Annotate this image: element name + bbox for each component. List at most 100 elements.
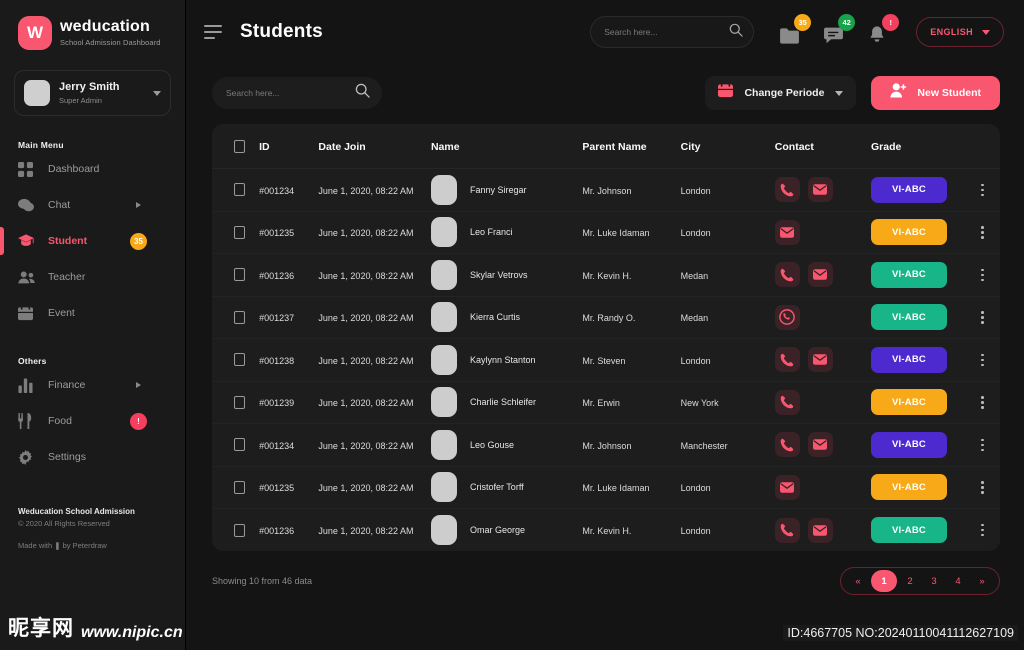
row-select-cell <box>212 211 260 254</box>
pagination-page-1[interactable]: 1 <box>871 570 897 592</box>
row-more-icon[interactable] <box>965 183 1000 196</box>
pagination-next[interactable]: » <box>971 570 993 592</box>
pagination-prev[interactable]: « <box>847 570 869 592</box>
grade-badge[interactable]: VI-ABC <box>870 261 947 288</box>
phone-contact-button[interactable] <box>774 262 800 288</box>
change-periode-button[interactable]: Change Periode <box>705 76 857 110</box>
table-row[interactable]: #001237 June 1, 2020, 08:22 AM Kierra Curt… <box>212 296 1000 339</box>
grade-badge[interactable]: VI-ABC <box>870 517 947 543</box>
cell-name: Kierra Curtis <box>430 296 583 339</box>
grade-badge[interactable]: VI-ABC <box>870 389 947 416</box>
mail-contact-button[interactable] <box>774 474 800 500</box>
cell-city: London <box>680 338 775 382</box>
column-header-name[interactable]: Name <box>430 124 583 169</box>
sidebar-item-dashboard[interactable]: Dashboard <box>0 152 185 186</box>
pagination-page-3[interactable]: 3 <box>923 570 945 592</box>
brand-logo-block[interactable]: W weducation School Admission Dashboard <box>0 0 185 50</box>
sidebar-item-finance[interactable]: Finance <box>0 368 185 402</box>
mail-contact-button[interactable] <box>807 432 833 458</box>
sidebar-item-chat[interactable]: Chat <box>0 188 185 222</box>
grade-badge[interactable]: VI-ABC <box>870 219 947 246</box>
row-checkbox[interactable] <box>234 480 245 494</box>
nav-section-main-label: Main Menu <box>18 140 64 150</box>
mail-contact-button[interactable] <box>807 177 833 203</box>
row-checkbox[interactable] <box>234 438 245 452</box>
language-selector[interactable]: ENGLISH <box>916 17 1004 47</box>
row-more-icon[interactable] <box>965 523 1000 537</box>
phone-contact-button[interactable] <box>774 389 800 415</box>
table-row[interactable]: #001236 June 1, 2020, 08:22 AM Omar George… <box>212 509 1000 552</box>
dashboard-app: W weducation School Admission Dashboard … <box>0 0 1024 650</box>
sidebar-item-event[interactable]: Event <box>0 296 185 330</box>
row-more-icon[interactable] <box>965 353 1000 366</box>
select-all-checkbox[interactable] <box>234 140 245 153</box>
phone-contact-button[interactable] <box>774 432 800 458</box>
header-search-input[interactable]: Search here... <box>590 16 755 48</box>
row-checkbox[interactable] <box>234 523 245 537</box>
grade-badge[interactable]: VI-ABC <box>870 474 947 501</box>
sidebar-item-food[interactable]: Food ! <box>0 404 185 438</box>
row-more-icon[interactable] <box>965 311 1000 324</box>
column-header-grade[interactable]: Grade <box>870 124 966 169</box>
row-checkbox[interactable] <box>234 225 245 239</box>
cell-grade: VI-ABC <box>870 423 966 467</box>
row-checkbox[interactable] <box>234 310 245 324</box>
brand-logo-mark: W <box>18 16 52 50</box>
grade-badge[interactable]: VI-ABC <box>870 346 947 373</box>
column-header-city[interactable]: City <box>680 124 775 169</box>
row-checkbox[interactable] <box>234 395 245 409</box>
grade-badge[interactable]: VI-ABC <box>870 176 947 203</box>
row-more-icon[interactable] <box>965 268 1000 281</box>
grade-badge[interactable]: VI-ABC <box>870 431 947 458</box>
table-row[interactable]: #001236 June 1, 2020, 08:22 AM Skylar Vetr… <box>212 253 1000 297</box>
mail-contact-button[interactable] <box>807 262 833 288</box>
column-header-date-join[interactable]: Date Join <box>318 124 431 169</box>
phone-contact-button[interactable] <box>774 347 800 373</box>
folder-icon[interactable]: 35 <box>780 14 812 44</box>
phone-circle-contact-button[interactable] <box>774 304 800 330</box>
bell-icon[interactable]: ! <box>868 14 900 44</box>
row-more-icon[interactable] <box>965 481 1000 494</box>
new-student-button[interactable]: New Student <box>871 76 1000 110</box>
phone-contact-button[interactable] <box>774 517 800 543</box>
sidebar-item-label: Event <box>48 307 75 319</box>
table-search-input[interactable]: Search here... <box>212 77 382 109</box>
column-header-contact[interactable]: Contact <box>774 124 871 169</box>
mail-contact-button[interactable] <box>807 347 833 373</box>
pagination-page-4[interactable]: 4 <box>947 570 969 592</box>
student-name: Leo Gouse <box>469 439 515 450</box>
row-select-cell <box>212 509 259 552</box>
mail-contact-button[interactable] <box>774 219 800 245</box>
row-checkbox[interactable] <box>234 183 245 197</box>
grade-badge[interactable]: VI-ABC <box>870 304 947 331</box>
table-row[interactable]: #001235 June 1, 2020, 08:22 AM Leo Franci M… <box>212 211 1000 254</box>
column-header-id[interactable]: ID <box>259 124 319 169</box>
hamburger-icon[interactable] <box>204 25 222 39</box>
user-profile-card[interactable]: Jerry Smith Super Admin <box>14 70 171 116</box>
row-more-icon[interactable] <box>965 396 1000 409</box>
sidebar-item-teacher[interactable]: Teacher <box>0 260 185 294</box>
row-more-icon[interactable] <box>965 226 1000 239</box>
pagination: «1 2 3 4» <box>840 567 1000 595</box>
chat-bubble-icon[interactable]: 42 <box>824 14 856 44</box>
row-checkbox[interactable] <box>234 268 245 282</box>
table-row[interactable]: #001238 June 1, 2020, 08:22 AM Kaylynn Sta… <box>212 338 1000 382</box>
mail-contact-button[interactable] <box>807 517 833 543</box>
cell-id: #001236 <box>259 526 295 536</box>
row-more-icon[interactable] <box>965 438 1000 451</box>
table-row[interactable]: #001239 June 1, 2020, 08:22 AM Charlie Sch… <box>212 381 1000 424</box>
row-checkbox[interactable] <box>234 353 245 367</box>
sidebar-item-settings[interactable]: Settings <box>0 440 185 474</box>
table-row[interactable]: #001234 June 1, 2020, 08:22 AM Fanny Sireg… <box>212 168 1000 212</box>
search-icon[interactable] <box>355 83 370 103</box>
table-row[interactable]: #001234 June 1, 2020, 08:22 AM Leo Gouse Mr… <box>212 423 1000 467</box>
phone-contact-button[interactable] <box>774 177 800 203</box>
table-row[interactable]: #001235 June 1, 2020, 08:22 AM Cristofer T… <box>212 466 1000 509</box>
sidebar-item-student[interactable]: Student 35 <box>0 224 185 258</box>
status-badge: 35 <box>130 232 147 250</box>
cell-name: Leo Franci <box>430 211 583 254</box>
column-header-parent-name[interactable]: Parent Name <box>582 124 681 169</box>
search-icon[interactable] <box>729 23 743 42</box>
pagination-page-2[interactable]: 2 <box>899 570 921 592</box>
chevron-down-icon[interactable] <box>153 90 161 96</box>
